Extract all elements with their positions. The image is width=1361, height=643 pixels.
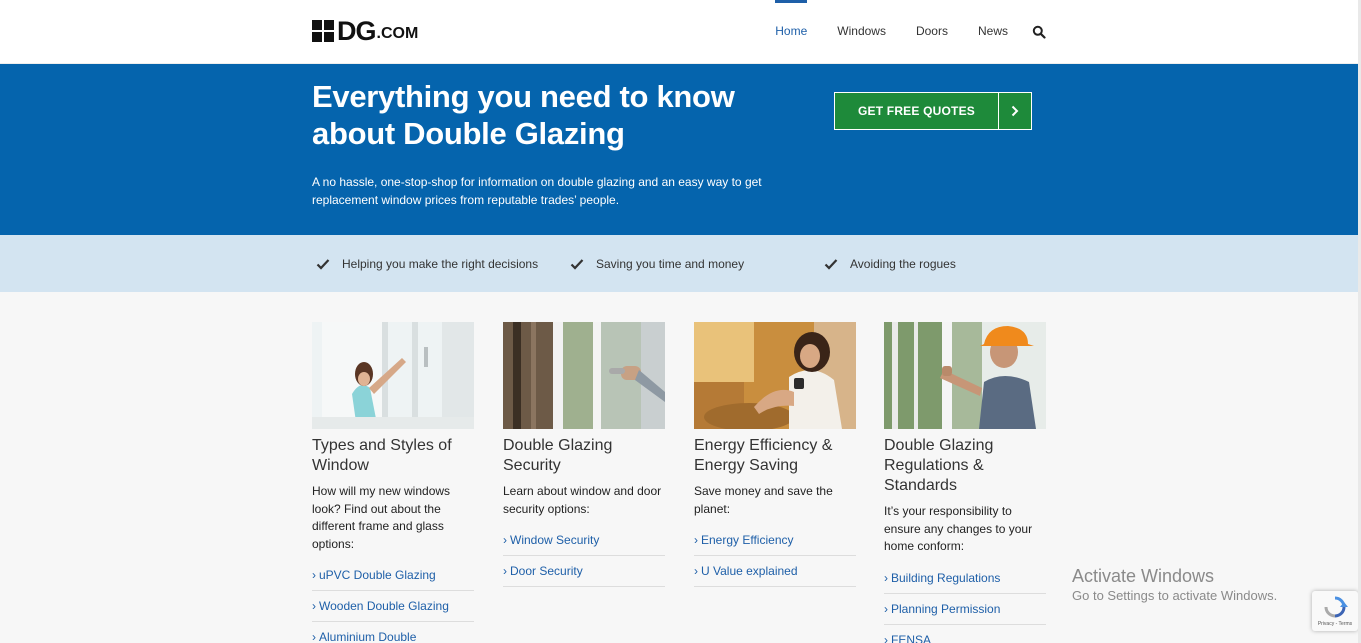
link-upvc-double-glazing[interactable]: › uPVC Double Glazing (312, 560, 474, 591)
link-u-value-explained[interactable]: › U Value explained (694, 556, 856, 587)
logo-text: DG (337, 16, 376, 46)
activate-windows-watermark: Activate Windows Go to Settings to activ… (1072, 565, 1277, 605)
activate-title: Activate Windows (1072, 566, 1215, 586)
benefit-label: Avoiding the rogues (850, 257, 956, 271)
link-label: Door Security (510, 564, 583, 578)
link-label: Building Regulations (891, 570, 1001, 585)
page: DG .COM Home Windows Doors News Everythi… (0, 0, 1358, 643)
card-image-girl-at-window[interactable] (312, 322, 474, 429)
chevron-right-icon: › (694, 564, 698, 578)
topic-card-regulations: Double Glazing Regulations & Standards I… (884, 322, 1046, 643)
main-nav: Home Windows Doors News (745, 0, 1046, 64)
link-label: Wooden Double Glazing (319, 599, 449, 613)
card-image-installer-hardhat[interactable] (884, 322, 1046, 429)
cta-label: GET FREE QUOTES (857, 104, 975, 118)
chevron-right-icon: › (312, 568, 316, 582)
benefit-item: Saving you time and money (570, 257, 744, 271)
recaptcha-icon (1324, 596, 1348, 618)
link-label: FENSA (891, 632, 932, 643)
card-description: How will my new windows look? Find out a… (312, 484, 451, 551)
logo-mark-icon (312, 20, 334, 42)
link-door-security[interactable]: › Door Security (503, 556, 665, 587)
link-window-security[interactable]: › Window Security (503, 525, 665, 556)
benefit-item: Helping you make the right decisions (316, 257, 538, 271)
link-label: Planning Permission (891, 601, 1001, 616)
recaptcha-badge[interactable]: Privacy - Terms (1312, 591, 1358, 631)
link-label: U Value explained (701, 564, 798, 578)
link-label: Aluminium Double (319, 630, 417, 643)
hero-banner: Everything you need to know about Double… (0, 64, 1358, 235)
search-icon[interactable] (1032, 25, 1046, 39)
card-image-window-handle[interactable] (503, 322, 665, 429)
benefits-bar: Helping you make the right decisions Sav… (0, 235, 1358, 292)
chevron-right-icon: › (884, 632, 888, 643)
logo-suffix: .COM (376, 25, 419, 42)
get-free-quotes-button[interactable]: GET FREE QUOTES (834, 92, 1032, 130)
link-aluminium-double[interactable]: › Aluminium Double (312, 622, 474, 643)
card-title[interactable]: Double Glazing Security (503, 436, 665, 476)
card-links: › Window Security › Door Security (503, 525, 665, 587)
card-title[interactable]: Double Glazing Regulations & Standards (884, 436, 1046, 496)
topic-card-window-types: Types and Styles of Window How will my n… (312, 322, 474, 643)
chevron-right-icon: › (884, 570, 888, 585)
check-icon (316, 259, 330, 270)
chevron-right-icon: › (312, 630, 316, 643)
link-wooden-double-glazing[interactable]: › Wooden Double Glazing (312, 591, 474, 622)
chevron-right-icon: › (884, 601, 888, 616)
link-energy-efficiency[interactable]: › Energy Efficiency (694, 525, 856, 556)
chevron-right-icon (998, 93, 1031, 129)
card-links: › Building Regulations › Planning Permissi… (884, 563, 1046, 643)
check-icon (570, 259, 584, 270)
benefit-label: Helping you make the right decisions (342, 257, 539, 271)
chevron-right-icon: › (694, 533, 698, 547)
card-description: It’s your responsibility to ensure any c… (884, 504, 1033, 553)
link-label: uPVC Double Glazing (319, 568, 436, 582)
topic-card-energy: Energy Efficiency & Energy Saving Save m… (694, 322, 856, 587)
benefit-item: Avoiding the rogues (824, 257, 956, 271)
link-planning-permission[interactable]: › Planning Permission (884, 594, 1046, 625)
card-title[interactable]: Types and Styles of Window (312, 436, 474, 476)
chevron-right-icon: › (312, 599, 316, 613)
card-links: › Energy Efficiency › U Value explained (694, 525, 856, 587)
chevron-right-icon: › (503, 533, 507, 547)
topic-card-security: Double Glazing Security Learn about wind… (503, 322, 665, 587)
check-icon (824, 259, 838, 270)
link-label: Energy Efficiency (701, 533, 794, 547)
card-image-woman-with-mug[interactable] (694, 322, 856, 429)
site-logo[interactable]: DG .COM (312, 16, 419, 46)
nav-home[interactable]: Home (775, 0, 808, 64)
card-description: Learn about window and door security opt… (503, 484, 662, 516)
benefit-label: Saving you time and money (596, 257, 745, 271)
card-links: › uPVC Double Glazing › Wooden Double Glaz… (312, 560, 474, 643)
nav-windows[interactable]: Windows (837, 0, 886, 64)
chevron-right-icon: › (503, 564, 507, 578)
nav-doors[interactable]: Doors (916, 0, 948, 64)
recaptcha-links[interactable]: Privacy - Terms (1318, 621, 1352, 627)
site-header: DG .COM Home Windows Doors News (0, 0, 1358, 64)
nav-news[interactable]: News (978, 0, 1008, 64)
card-title[interactable]: Energy Efficiency & Energy Saving (694, 436, 856, 476)
hero-subtitle: A no hassle, one-stop-shop for informati… (312, 175, 762, 207)
card-description: Save money and save the planet: (694, 484, 833, 516)
link-fensa[interactable]: › FENSA (884, 625, 1046, 643)
activate-subtitle: Go to Settings to activate Windows. (1072, 588, 1278, 603)
link-building-regulations[interactable]: › Building Regulations (884, 563, 1046, 594)
link-label: Window Security (510, 533, 600, 547)
hero-title: Everything you need to know about Double… (312, 79, 735, 151)
